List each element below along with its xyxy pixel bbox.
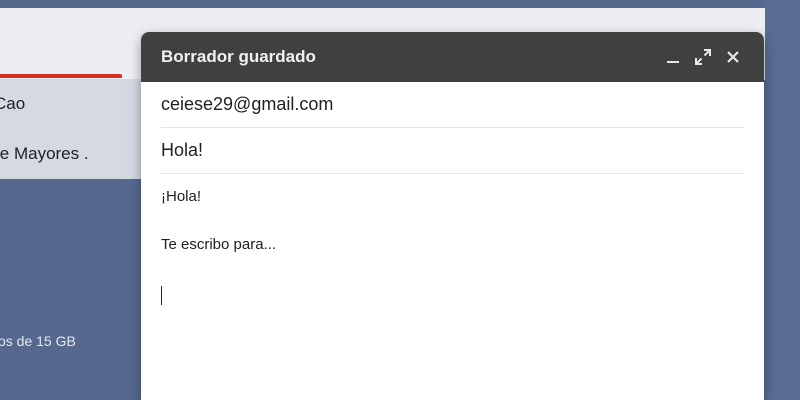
text-cursor [161, 286, 162, 305]
close-button[interactable] [722, 46, 744, 68]
storage-usage-text: os de 15 GB [0, 333, 76, 349]
minimize-button[interactable] [662, 46, 684, 68]
body-line: ¡Hola! [161, 188, 202, 205]
expand-button[interactable] [692, 46, 714, 68]
list-item-label: le Mayores . [0, 144, 89, 163]
subject-field[interactable]: Hola! [161, 128, 744, 174]
message-body[interactable]: ¡Hola! Te escribo para... [141, 174, 764, 305]
list-item[interactable]: le Mayores . [0, 129, 150, 179]
minimize-icon [667, 61, 679, 63]
body-line: Te escribo para... [161, 236, 277, 253]
list-item-label: Cao [0, 94, 26, 113]
compose-header: Borrador guardado [141, 32, 764, 82]
expand-icon [695, 49, 711, 65]
subject-field-value: Hola! [161, 140, 204, 160]
active-tab-indicator [0, 74, 122, 78]
compose-title: Borrador guardado [161, 47, 316, 66]
close-icon [727, 51, 739, 63]
list-item[interactable]: Cao [0, 79, 150, 130]
to-field-value: ceiese29@gmail.com [161, 94, 334, 114]
right-strip [765, 0, 800, 400]
compose-window: Borrador guardado ceiese29@gmail.com Hol… [141, 32, 764, 400]
to-field[interactable]: ceiese29@gmail.com [161, 82, 744, 128]
